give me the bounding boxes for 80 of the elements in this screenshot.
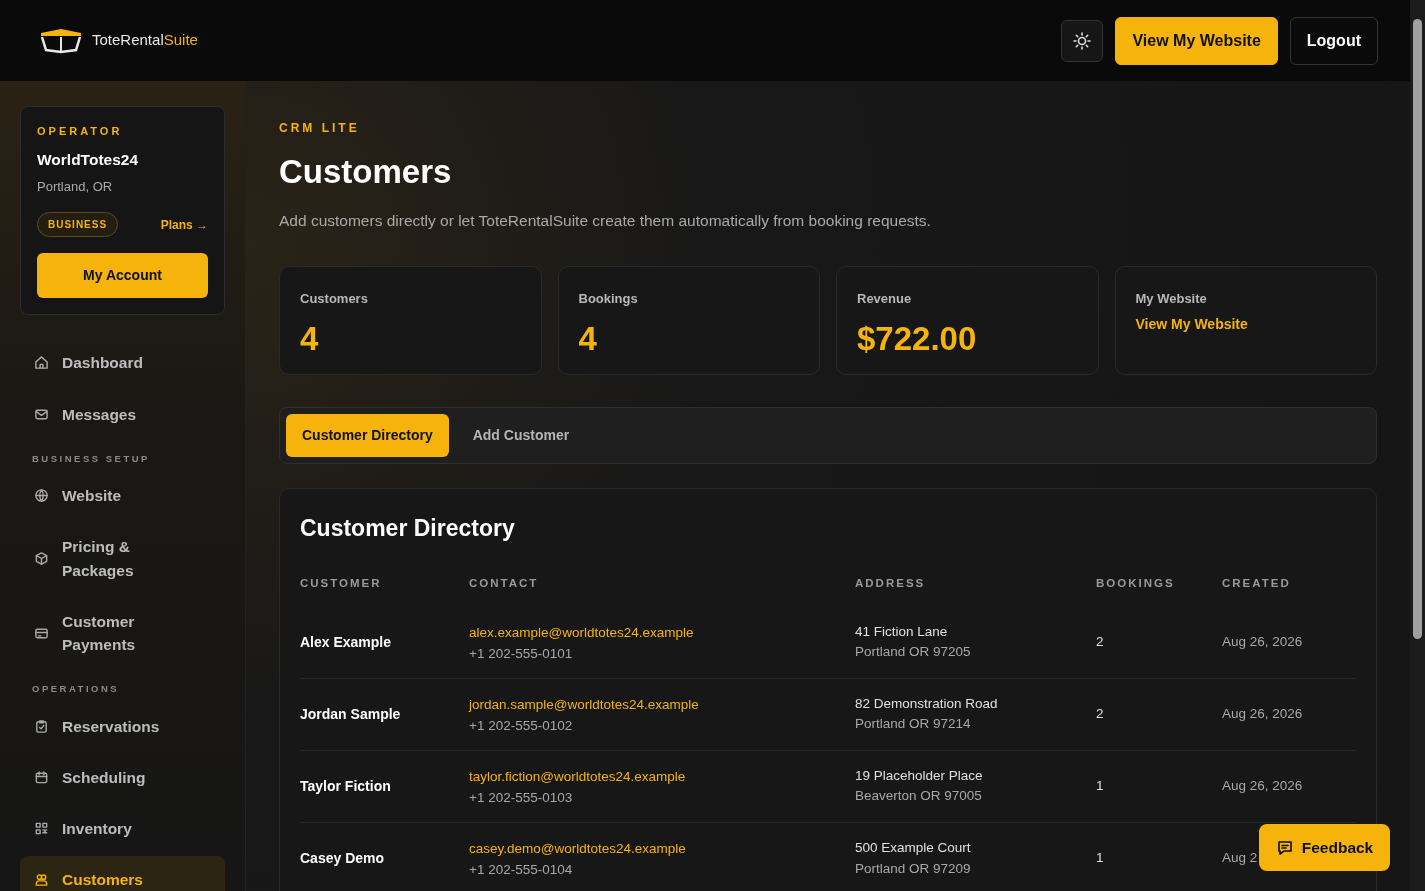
city-line: Portland OR 97214 bbox=[855, 715, 972, 733]
created-date: Aug 26, 2026 bbox=[1222, 704, 1304, 723]
users-icon bbox=[34, 872, 49, 888]
tab[interactable]: Customer Directory bbox=[286, 413, 449, 457]
street-address: 82 Demonstration Road bbox=[855, 694, 999, 713]
directory-title: Customer Directory bbox=[300, 513, 516, 543]
sidebar-item[interactable]: Reservations bbox=[20, 702, 225, 750]
sun-icon bbox=[1073, 31, 1092, 50]
booking-count: 2 bbox=[1096, 704, 1105, 723]
sidebar-item[interactable]: Customers bbox=[20, 856, 225, 891]
sidebar-item[interactable]: Dashboard bbox=[20, 339, 225, 387]
stat-value: 4 bbox=[578, 319, 598, 360]
customer-name: Jordan Sample bbox=[300, 704, 402, 724]
qr-code-icon bbox=[34, 821, 49, 837]
phone-number: +1 202-555-0104 bbox=[469, 861, 574, 880]
stat-label: My Website bbox=[1135, 289, 1208, 308]
customer-name: Casey Demo bbox=[300, 849, 386, 868]
booking-count: 1 bbox=[1096, 776, 1105, 795]
stat-label: Revenue bbox=[857, 289, 913, 308]
globe-icon bbox=[34, 488, 49, 504]
column-header: CUSTOMER bbox=[300, 576, 383, 592]
column-header: BOOKINGS bbox=[1096, 576, 1176, 592]
nav-section-heading: OPERATIONS bbox=[32, 682, 121, 697]
logo-icon bbox=[38, 27, 84, 54]
website-link[interactable]: View My Website bbox=[1135, 314, 1248, 336]
phone-number: +1 202-555-0103 bbox=[469, 788, 574, 807]
operator-location: Portland, OR bbox=[37, 177, 114, 196]
created-date: Aug 26, 2026 bbox=[1222, 776, 1304, 795]
page-title: Customers bbox=[279, 152, 453, 192]
sidebar-item[interactable]: Messages bbox=[20, 390, 225, 438]
stat-value: 4 bbox=[300, 319, 320, 360]
home-icon bbox=[34, 355, 49, 371]
city-line: Portland OR 97209 bbox=[855, 859, 972, 878]
column-header: CREATED bbox=[1222, 576, 1292, 592]
email-link[interactable]: taylor.fiction@worldtotes24.example bbox=[469, 768, 686, 784]
feedback-button[interactable]: Feedback bbox=[1259, 824, 1390, 871]
booking-count: 1 bbox=[1096, 849, 1105, 868]
operator-name: WorldTotes24 bbox=[37, 149, 140, 170]
phone-number: +1 202-555-0102 bbox=[469, 716, 574, 735]
sidebar-item[interactable]: Customer Payments bbox=[20, 597, 225, 669]
phone-number: +1 202-555-0101 bbox=[469, 644, 574, 663]
stat-value: $722.00 bbox=[857, 319, 978, 360]
theme-toggle-button[interactable] bbox=[1061, 19, 1104, 62]
nav-section-heading: BUSINESS SETUP bbox=[32, 451, 151, 466]
customer-name: Taylor Fiction bbox=[300, 776, 392, 796]
city-line: Portland OR 97205 bbox=[855, 643, 972, 661]
page-eyebrow: CRM LITE bbox=[279, 120, 361, 137]
stat-label: Bookings bbox=[578, 289, 639, 308]
street-address: 500 Example Court bbox=[855, 839, 972, 858]
tab[interactable]: Add Customer bbox=[456, 413, 586, 457]
logout-button[interactable]: Logout bbox=[1289, 16, 1378, 65]
operator-label: OPERATOR bbox=[37, 124, 124, 139]
created-date: Aug 2 bbox=[1222, 849, 1259, 868]
stat-label: Customers bbox=[300, 289, 369, 308]
column-header: CONTACT bbox=[469, 576, 540, 592]
sidebar-item[interactable]: Scheduling bbox=[20, 753, 225, 801]
street-address: 19 Placeholder Place bbox=[855, 766, 984, 785]
sidebar-item[interactable]: Inventory bbox=[20, 805, 225, 853]
city-line: Beaverton OR 97005 bbox=[855, 787, 983, 805]
page-subtitle: Add customers directly or let ToteRentalSuite create them automatically from booking requests. bbox=[279, 210, 932, 231]
calendar-icon bbox=[34, 769, 49, 785]
my-account-button[interactable]: My Account bbox=[37, 253, 208, 299]
chat-icon bbox=[1275, 838, 1294, 857]
booking-count: 2 bbox=[1096, 632, 1105, 651]
street-address: 41 Fiction Lane bbox=[855, 622, 949, 641]
created-date: Aug 26, 2026 bbox=[1222, 632, 1304, 651]
brand-name: ToteRentalSuite bbox=[92, 30, 198, 51]
box-icon bbox=[34, 551, 49, 566]
sidebar-item[interactable]: Pricing & Packages bbox=[20, 523, 225, 594]
email-link[interactable]: jordan.sample@worldtotes24.example bbox=[469, 696, 699, 712]
sidebar-item[interactable]: Website bbox=[20, 472, 225, 520]
view-website-button[interactable]: View My Website bbox=[1115, 16, 1278, 65]
email-link[interactable]: alex.example@worldtotes24.example bbox=[469, 624, 694, 640]
column-header: ADDRESS bbox=[855, 576, 927, 592]
clipboard-icon bbox=[34, 718, 49, 734]
email-link[interactable]: casey.demo@worldtotes24.example bbox=[469, 841, 686, 857]
scrollbar[interactable] bbox=[1410, 0, 1425, 891]
plans-link[interactable]: Plans → bbox=[160, 215, 208, 234]
customer-name: Alex Example bbox=[300, 632, 393, 652]
plan-badge: BUSINESS bbox=[37, 212, 119, 238]
